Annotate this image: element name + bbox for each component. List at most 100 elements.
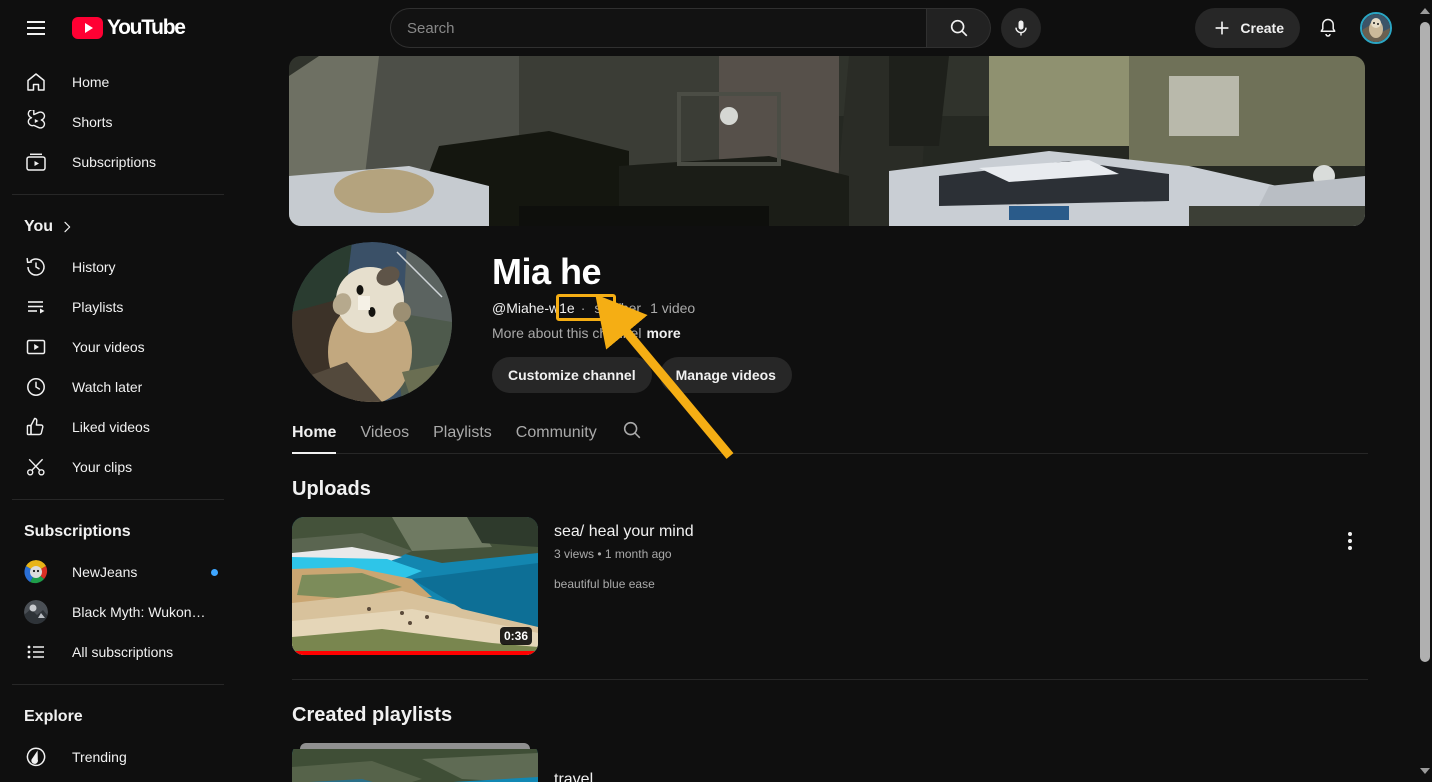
manage-videos-button[interactable]: Manage videos bbox=[659, 357, 792, 393]
sidebar-item-label: Your videos bbox=[72, 339, 145, 355]
sidebar-section-subscriptions-title: Subscriptions bbox=[24, 523, 131, 540]
sidebar-item-playlists[interactable]: Playlists bbox=[12, 287, 224, 327]
sidebar-item-label: NewJeans bbox=[72, 564, 138, 580]
channel-avatar[interactable] bbox=[292, 242, 452, 402]
playlist-title[interactable]: travel bbox=[554, 743, 593, 782]
channel-video-count: 1 video bbox=[650, 300, 696, 316]
sidebar-section-you-label: You bbox=[24, 218, 54, 235]
account-avatar[interactable] bbox=[1360, 12, 1392, 44]
channel-description: More about this channel bbox=[492, 325, 642, 341]
sidebar-item-subscriptions[interactable]: Subscriptions bbox=[12, 142, 224, 182]
playlist-thumbnail-image bbox=[292, 749, 538, 782]
channel-avatar-icon bbox=[24, 560, 48, 584]
list-icon bbox=[24, 640, 48, 664]
notifications-button[interactable] bbox=[1308, 8, 1348, 48]
create-button[interactable]: Create bbox=[1195, 8, 1300, 48]
customize-channel-button[interactable]: Customize channel bbox=[492, 357, 652, 393]
sidebar-section-you[interactable]: You bbox=[12, 207, 224, 247]
history-icon bbox=[24, 255, 48, 279]
created-playlists-title: Created playlists bbox=[292, 704, 453, 726]
tab-home[interactable]: Home bbox=[292, 416, 337, 454]
shorts-icon bbox=[24, 110, 48, 134]
uploads-title: Uploads bbox=[292, 478, 371, 500]
channel-banner-image bbox=[289, 56, 1365, 226]
channel-info: Mia he @Miahe-w1e · she/her 1 video More… bbox=[492, 242, 792, 393]
sidebar-item-your-clips[interactable]: Your clips bbox=[12, 447, 224, 487]
video-thumbnail[interactable]: 0:36 bbox=[292, 517, 538, 655]
playlist-thumbnail[interactable] bbox=[292, 743, 538, 782]
sidebar-item-history[interactable]: History bbox=[12, 247, 224, 287]
video-list-item: 0:36 sea/ heal your mind 3 views • 1 mon… bbox=[292, 517, 1368, 655]
search-box[interactable] bbox=[390, 8, 927, 48]
your-videos-icon bbox=[24, 335, 48, 359]
channel-description-row[interactable]: More about this channel more bbox=[492, 325, 792, 341]
sidebar-navigation: Home Shorts Subscriptions You History Pl… bbox=[0, 56, 236, 782]
clock-icon bbox=[24, 375, 48, 399]
sidebar-item-label: Black Myth: Wukon… bbox=[72, 604, 206, 620]
channel-tabs: Home Videos Playlists Community bbox=[292, 416, 1368, 454]
channel-name: Mia he bbox=[492, 251, 602, 292]
sidebar-item-label: All subscriptions bbox=[72, 644, 174, 660]
tab-community[interactable]: Community bbox=[516, 416, 597, 453]
sidebar-item-label: Your clips bbox=[72, 459, 133, 475]
uploads-section: Uploads 0:36 sea/ heal your mind 3 views… bbox=[292, 478, 1368, 680]
playlist-list-item: travel bbox=[292, 743, 1368, 782]
video-duration-badge: 0:36 bbox=[499, 627, 532, 645]
hamburger-icon[interactable] bbox=[16, 8, 56, 48]
kebab-menu-icon[interactable] bbox=[1332, 523, 1368, 559]
sidebar-item-label: Subscriptions bbox=[72, 154, 157, 170]
sidebar-item-watch-later[interactable]: Watch later bbox=[12, 367, 224, 407]
search-icon bbox=[623, 421, 641, 439]
plus-icon bbox=[1215, 21, 1229, 35]
channel-avatar-image bbox=[292, 242, 452, 402]
top-navigation-bar: YouTube Search Create bbox=[0, 0, 1418, 56]
sidebar-item-home[interactable]: Home bbox=[12, 62, 224, 102]
watch-progress-track bbox=[292, 651, 538, 655]
top-bar-actions: Create bbox=[1195, 8, 1392, 48]
subscriptions-icon bbox=[24, 150, 48, 174]
search-button[interactable] bbox=[927, 8, 991, 48]
youtube-play-icon bbox=[72, 17, 103, 39]
scissors-icon bbox=[24, 455, 48, 479]
avatar-image bbox=[1362, 14, 1390, 42]
tab-playlists[interactable]: Playlists bbox=[433, 416, 492, 453]
microphone-icon bbox=[1015, 20, 1027, 36]
scroll-thumb[interactable] bbox=[1420, 22, 1430, 662]
sidebar-item-newjeans[interactable]: NewJeans bbox=[12, 552, 224, 592]
scroll-up-arrow[interactable] bbox=[1420, 4, 1430, 18]
sidebar-item-all-subscriptions[interactable]: All subscriptions bbox=[12, 632, 224, 672]
channel-banner[interactable] bbox=[289, 56, 1365, 226]
sidebar-item-label: Liked videos bbox=[72, 419, 150, 435]
sidebar-item-liked-videos[interactable]: Liked videos bbox=[12, 407, 224, 447]
sidebar-item-your-videos[interactable]: Your videos bbox=[12, 327, 224, 367]
search-area bbox=[390, 8, 1041, 48]
channel-metadata: @Miahe-w1e · she/her 1 video bbox=[492, 299, 792, 317]
sidebar-divider-3 bbox=[12, 684, 224, 685]
voice-search-button[interactable] bbox=[1001, 8, 1041, 48]
sidebar-item-shorts[interactable]: Shorts bbox=[12, 102, 224, 142]
chevron-right-icon bbox=[59, 219, 75, 235]
channel-header: Mia he @Miahe-w1e · she/her 1 video More… bbox=[236, 226, 1418, 402]
sidebar-item-label: Shorts bbox=[72, 114, 113, 130]
youtube-logo[interactable]: YouTube bbox=[72, 16, 186, 40]
new-content-dot bbox=[211, 568, 218, 576]
metadata-separator: · bbox=[580, 300, 586, 316]
sidebar-section-explore-title: Explore bbox=[24, 708, 83, 725]
thumbs-up-icon bbox=[24, 415, 48, 439]
video-title[interactable]: sea/ heal your mind bbox=[554, 523, 1368, 541]
sidebar-item-label: Home bbox=[72, 74, 110, 90]
video-details: sea/ heal your mind 3 views • 1 month ag… bbox=[554, 517, 1368, 591]
channel-search-button[interactable] bbox=[621, 419, 643, 450]
scroll-down-arrow[interactable] bbox=[1420, 764, 1430, 778]
more-link[interactable]: more bbox=[646, 325, 680, 341]
home-icon bbox=[24, 70, 48, 94]
search-input[interactable] bbox=[407, 19, 926, 37]
section-divider bbox=[292, 679, 1368, 680]
sidebar-divider-2 bbox=[12, 499, 224, 500]
tab-videos[interactable]: Videos bbox=[360, 416, 409, 453]
channel-handle[interactable]: @Miahe-w1e bbox=[492, 300, 575, 316]
sidebar-item-black-myth-wukong[interactable]: Black Myth: Wukon… bbox=[12, 592, 224, 632]
sidebar-item-trending[interactable]: Trending bbox=[12, 737, 224, 777]
channel-avatar-icon bbox=[24, 600, 48, 624]
page-scrollbar[interactable] bbox=[1418, 0, 1432, 782]
